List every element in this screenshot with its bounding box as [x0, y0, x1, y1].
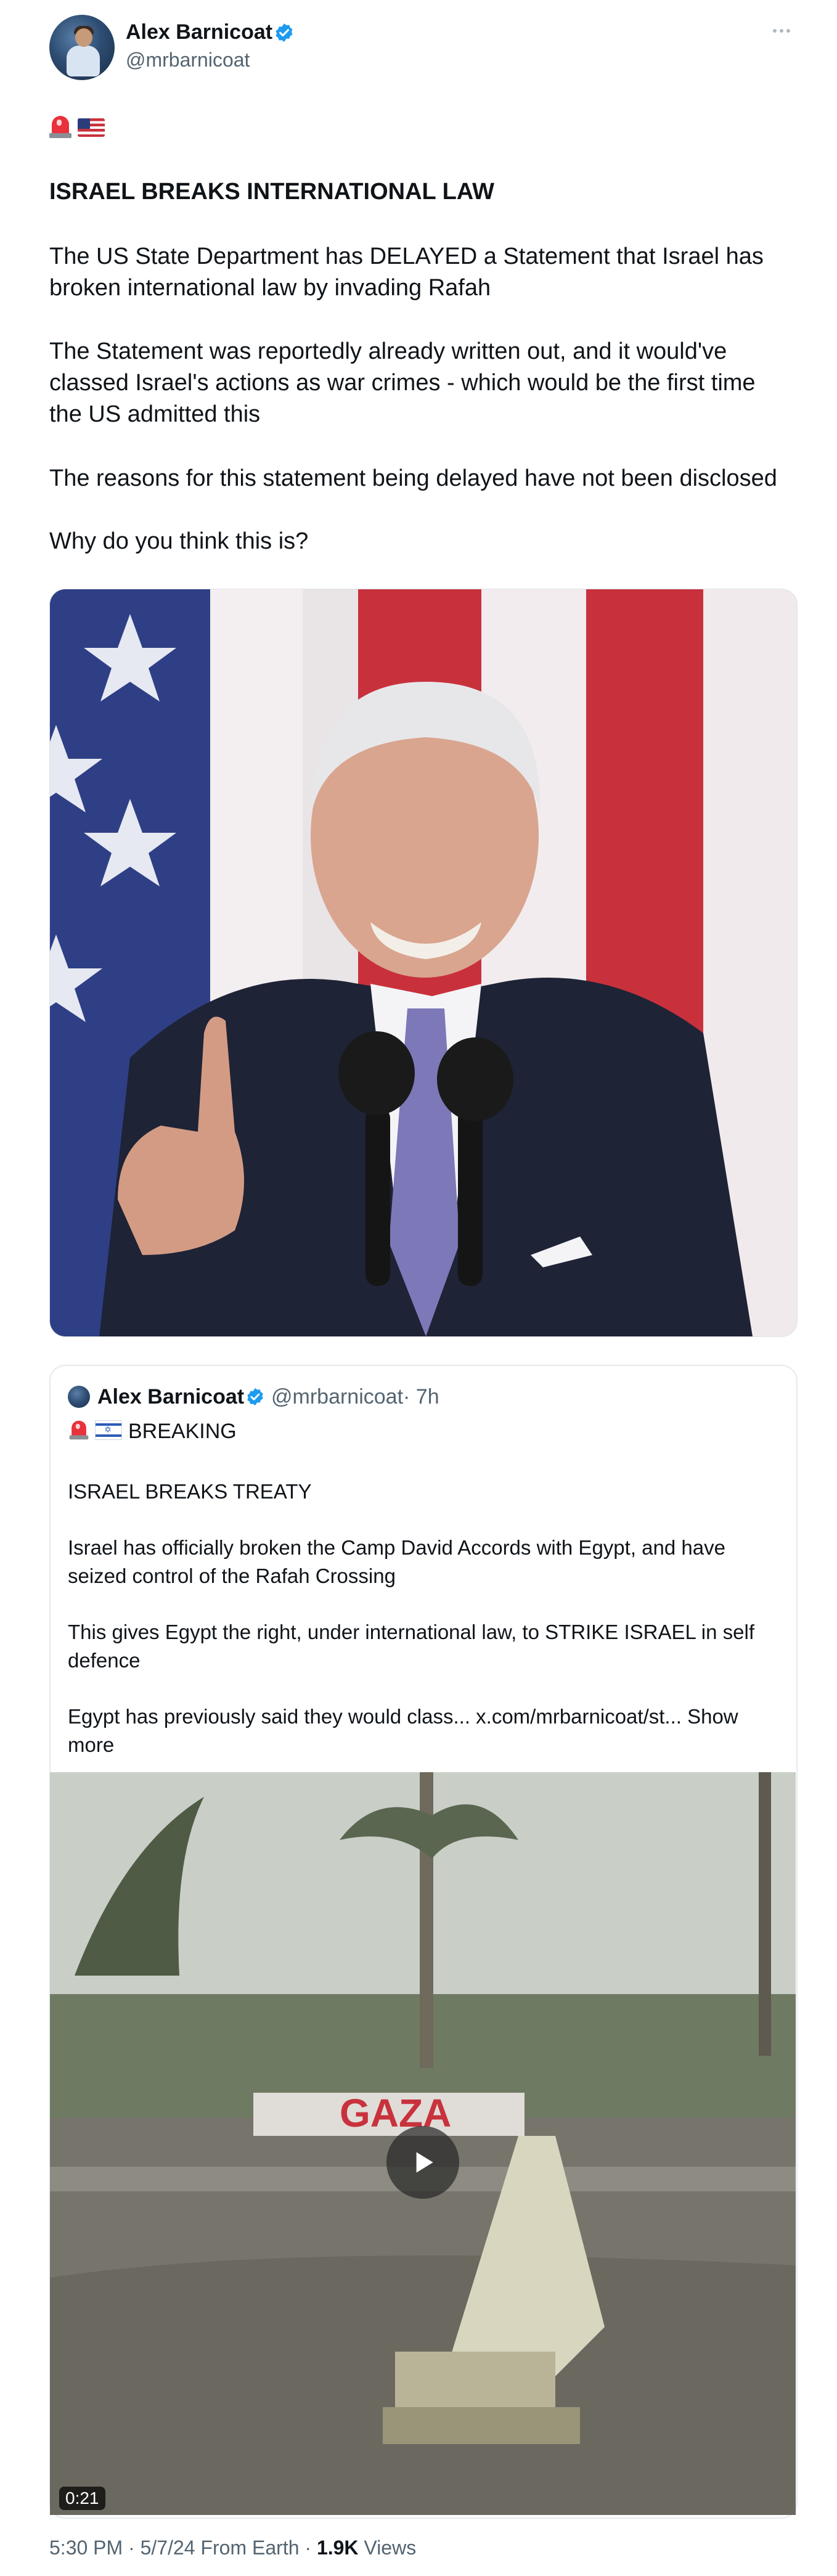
quoted-line-3: This gives Egypt the right, under intern…	[68, 1621, 754, 1672]
tweet-metadata: 5:30 PM · 5/7/24 From Earth · 1.9K Views	[49, 2535, 416, 2561]
quoted-author-avatar	[68, 1386, 90, 1408]
author-name[interactable]: Alex Barnicoat	[126, 18, 272, 46]
author-avatar[interactable]	[49, 15, 115, 80]
tweet-paragraph-1: The US State Department has DELAYED a St…	[49, 243, 764, 301]
quoted-line-1: ISRAEL BREAKS TREATY	[68, 1480, 312, 1503]
tweet-paragraph-4: Why do you think this is?	[49, 528, 309, 554]
more-options-icon[interactable]	[770, 23, 793, 38]
tweet-photo[interactable]	[49, 589, 798, 1337]
quoted-line-2: Israel has officially broken the Camp Da…	[68, 1536, 725, 1587]
tweet-paragraph-3: The reasons for this statement being del…	[49, 465, 777, 491]
quoted-emoji-row: ✡	[68, 1418, 122, 1442]
quoted-verified-badge-icon	[247, 1388, 263, 1405]
emoji-row	[49, 115, 105, 139]
police-siren-icon	[69, 1420, 89, 1441]
play-button[interactable]	[386, 2126, 459, 2199]
photo-illustration	[50, 589, 797, 1336]
views-label: Views	[358, 2537, 417, 2559]
tweet-paragraph-2: The Statement was reportedly already wri…	[49, 338, 756, 427]
us-flag-icon	[78, 118, 105, 137]
play-icon	[416, 2152, 433, 2173]
views-count: 1.9K	[316, 2537, 359, 2559]
quoted-author-name: Alex Barnicoat	[97, 1385, 245, 1409]
author-handle[interactable]: @mrbarnicoat	[126, 47, 250, 73]
quoted-author-handle: @mrbarnicoat· 7h	[271, 1385, 439, 1409]
quoted-tweet-time: · 7h	[403, 1385, 439, 1409]
quoted-line-4: Egypt has previously said they would cla…	[68, 1705, 738, 1756]
tweet-timestamp[interactable]: 5:30 PM · 5/7/24 From Earth ·	[49, 2537, 317, 2559]
verified-badge-icon	[276, 23, 293, 42]
israel-flag-icon: ✡	[95, 1420, 122, 1440]
police-siren-icon	[49, 115, 71, 139]
quoted-breaking-label: BREAKING	[128, 1420, 237, 1443]
video-duration-badge: 0:21	[59, 2487, 105, 2510]
tweet-headline: ISRAEL BREAKS INTERNATIONAL LAW	[49, 179, 495, 205]
